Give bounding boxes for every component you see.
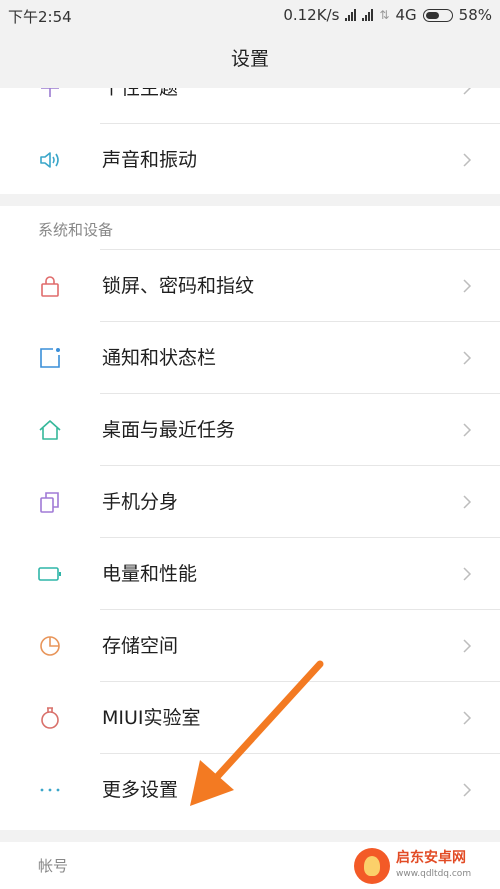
more-icon bbox=[40, 788, 60, 792]
network-type: 4G bbox=[395, 6, 417, 24]
network-speed: 0.12K/s bbox=[283, 6, 340, 24]
chevron-right-icon bbox=[463, 423, 472, 437]
site-watermark: 启东安卓网 www.qdltdq.com bbox=[354, 845, 496, 887]
storage-icon bbox=[40, 636, 60, 656]
section-title: 系统和设备 bbox=[38, 221, 114, 239]
settings-item-sound[interactable]: 声音和振动 bbox=[0, 124, 500, 196]
settings-item-battery[interactable]: 电量和性能 bbox=[0, 538, 500, 610]
settings-item-miui-lab[interactable]: MIUI实验室 bbox=[0, 682, 500, 754]
battery-icon bbox=[422, 8, 453, 22]
settings-item-label: 电量和性能 bbox=[102, 563, 198, 585]
signal-icon-2 bbox=[362, 9, 374, 21]
chevron-right-icon bbox=[463, 567, 472, 581]
dual-app-icon bbox=[40, 492, 59, 513]
settings-item-dual-apps[interactable]: 手机分身 bbox=[0, 466, 500, 538]
settings-item-label: MIUI实验室 bbox=[102, 707, 201, 729]
settings-item-label: 通知和状态栏 bbox=[102, 347, 217, 369]
chevron-right-icon bbox=[463, 711, 472, 725]
notification-icon bbox=[40, 348, 60, 368]
settings-item-desktop[interactable]: 桌面与最近任务 bbox=[0, 394, 500, 466]
settings-item-more[interactable]: 更多设置 bbox=[0, 754, 500, 826]
system-group: 锁屏、密码和指纹 通知和状态栏 桌面与最近任务 手机分身 电量和性能 存储空间 … bbox=[0, 250, 500, 830]
section-title: 帐号 bbox=[38, 857, 69, 875]
settings-item-label: 锁屏、密码和指纹 bbox=[102, 275, 255, 297]
chevron-right-icon bbox=[463, 279, 472, 293]
signal-icon bbox=[345, 9, 357, 21]
settings-item-label: 更多设置 bbox=[102, 779, 179, 801]
lock-icon bbox=[41, 276, 59, 297]
settings-item-label: 手机分身 bbox=[102, 491, 179, 513]
page-title: 设置 bbox=[0, 30, 500, 88]
settings-item-label: 声音和振动 bbox=[102, 149, 198, 171]
status-bar: 下午2:54 0.12K/s ⇅ 4G 58% bbox=[0, 0, 500, 30]
settings-item-label: 存储空间 bbox=[102, 635, 179, 657]
settings-item-storage[interactable]: 存储空间 bbox=[0, 610, 500, 682]
chevron-right-icon bbox=[463, 495, 472, 509]
watermark-text: 启东安卓网 www.qdltdq.com bbox=[396, 850, 471, 882]
home-icon bbox=[39, 420, 61, 440]
chevron-right-icon bbox=[463, 351, 472, 365]
settings-item-notifications[interactable]: 通知和状态栏 bbox=[0, 322, 500, 394]
battery-icon bbox=[38, 567, 61, 581]
watermark-logo-icon bbox=[354, 848, 390, 884]
settings-item-lockscreen[interactable]: 锁屏、密码和指纹 bbox=[0, 250, 500, 322]
settings-item-label: 桌面与最近任务 bbox=[102, 419, 236, 441]
watermark-url: www.qdltdq.com bbox=[396, 869, 472, 879]
chevron-right-icon bbox=[463, 639, 472, 653]
watermark-name: 启东安卓网 bbox=[396, 850, 466, 866]
status-right: 0.12K/s ⇅ 4G 58% bbox=[283, 6, 492, 24]
lab-icon bbox=[41, 707, 59, 729]
data-arrows-icon: ⇅ bbox=[379, 8, 390, 22]
chevron-right-icon bbox=[463, 783, 472, 797]
speaker-icon bbox=[40, 152, 59, 168]
chevron-right-icon bbox=[463, 153, 472, 167]
battery-percent: 58% bbox=[458, 6, 492, 24]
status-time: 下午2:54 bbox=[8, 8, 72, 26]
section-header-system: 系统和设备 bbox=[0, 206, 500, 250]
